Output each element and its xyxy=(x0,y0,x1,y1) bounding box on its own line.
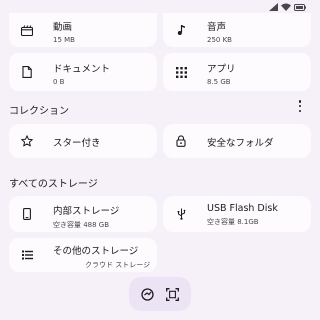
signal-icon xyxy=(269,3,278,11)
music-note-icon xyxy=(175,24,187,36)
category-size: 250 KB xyxy=(207,36,232,44)
clapperboard-icon xyxy=(21,24,33,36)
storage-label: USB Flash Disk xyxy=(207,203,278,214)
category-size: 0 B xyxy=(53,78,65,86)
storage-desc: クラウド ストレージ xyxy=(85,261,151,269)
storage-free: 空き容量 488 GB xyxy=(53,221,110,229)
clean-button[interactable] xyxy=(139,285,157,303)
storage-label: 内部ストレージ xyxy=(53,206,120,217)
battery-icon xyxy=(294,3,306,11)
collections-heading: コレクション xyxy=(9,106,69,117)
document-icon xyxy=(21,66,33,78)
category-label: 音声 xyxy=(207,22,227,33)
scan-button[interactable] xyxy=(164,285,182,303)
usb-storage-card[interactable]: USB Flash Disk 空き容量 8.1GB xyxy=(163,196,311,232)
list-icon xyxy=(21,249,33,261)
other-storage-card[interactable]: その他のストレージ クラウド ストレージ xyxy=(9,238,157,272)
starred-label: スター付き xyxy=(53,138,101,149)
scan-icon xyxy=(166,287,179,301)
category-apps-card[interactable]: アプリ 8.5 GB xyxy=(163,53,311,91)
category-size: 15 MB xyxy=(53,36,75,44)
star-icon xyxy=(21,135,33,147)
category-label: 動画 xyxy=(53,22,73,33)
internal-storage-card[interactable]: 内部ストレージ 空き容量 488 GB xyxy=(9,196,157,232)
storage-free: 空き容量 8.1GB xyxy=(207,218,259,226)
clean-icon xyxy=(141,287,154,301)
safe-folder-label: 安全なフォルダ xyxy=(207,138,274,149)
category-video-card[interactable]: 動画 15 MB xyxy=(9,13,157,47)
category-label: アプリ xyxy=(207,64,236,75)
category-label: ドキュメント xyxy=(53,64,111,75)
usb-icon xyxy=(175,208,187,220)
category-size: 8.5 GB xyxy=(207,78,231,86)
category-documents-card[interactable]: ドキュメント 0 B xyxy=(9,53,157,91)
wifi-icon xyxy=(281,3,291,11)
category-audio-card[interactable]: 音声 250 KB xyxy=(163,13,311,47)
status-bar xyxy=(269,2,306,12)
lock-icon xyxy=(175,135,187,147)
storage-heading: すべてのストレージ xyxy=(9,179,98,190)
bottom-action-bar xyxy=(129,277,191,311)
phone-icon xyxy=(21,208,33,220)
storage-label: その他のストレージ xyxy=(53,246,139,257)
more-vert-icon xyxy=(298,100,302,103)
starred-card[interactable]: スター付き xyxy=(9,124,157,158)
more-options-button[interactable] xyxy=(296,100,304,112)
safe-folder-card[interactable]: 安全なフォルダ xyxy=(163,124,311,158)
apps-grid-icon xyxy=(175,66,187,78)
